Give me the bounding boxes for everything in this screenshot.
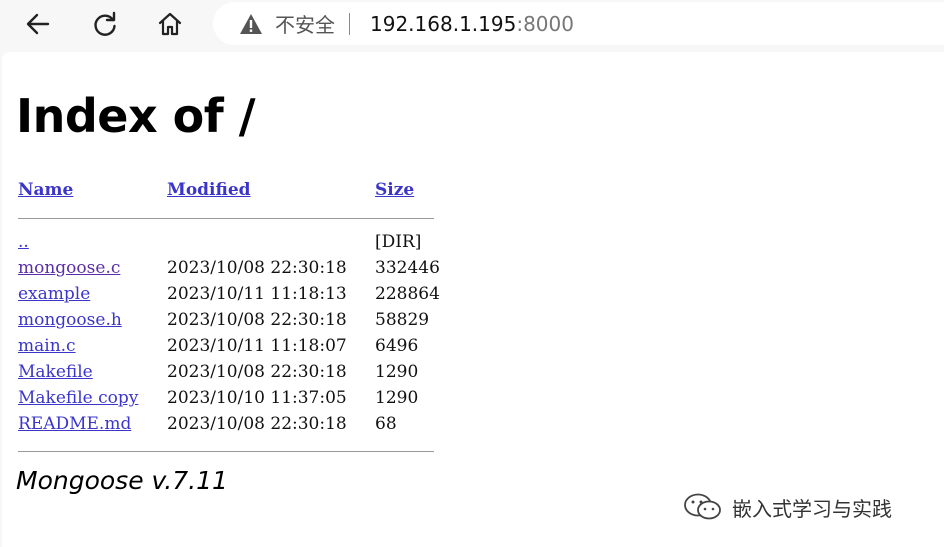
parent-dir-link[interactable]: .. <box>18 232 29 252</box>
header-row: Name Modified Size <box>18 180 438 206</box>
page-title: Index of / <box>16 89 256 143</box>
file-size: 332446 <box>375 258 440 278</box>
file-row: Makefile copy 2023/10/10 11:37:05 1290 <box>18 388 438 414</box>
page-content: Index of / Name Modified Size .. [DIR] m… <box>2 52 944 547</box>
file-size: 58829 <box>375 310 430 330</box>
file-link[interactable]: example <box>18 284 90 304</box>
sort-by-modified-link[interactable]: Modified <box>167 180 251 200</box>
wechat-icon <box>684 493 721 520</box>
url-port[interactable]: :8000 <box>516 12 574 36</box>
file-row: example 2023/10/11 11:18:13 228864 <box>18 284 440 310</box>
file-link[interactable]: Makefile copy <box>18 388 138 408</box>
reload-button[interactable] <box>85 4 125 44</box>
file-modified: 2023/10/08 22:30:18 <box>167 258 347 278</box>
header-divider <box>18 218 434 219</box>
url-host[interactable]: 192.168.1.195 <box>370 12 516 36</box>
file-row: Makefile 2023/10/08 22:30:18 1290 <box>18 362 438 388</box>
file-link[interactable]: README.md <box>18 414 131 434</box>
file-size: 68 <box>375 414 397 434</box>
file-size: [DIR] <box>375 232 422 252</box>
file-modified: 2023/10/08 22:30:18 <box>167 310 347 330</box>
file-link[interactable]: mongoose.h <box>18 310 122 330</box>
back-icon <box>26 13 50 35</box>
file-size: 1290 <box>375 388 419 408</box>
file-list: .. [DIR] mongoose.c 2023/10/08 22:30:18 … <box>18 232 440 440</box>
watermark: 嵌入式学习与实践 <box>682 492 892 522</box>
file-row: mongoose.h 2023/10/08 22:30:18 58829 <box>18 310 438 336</box>
server-version: Mongoose v.7.11 <box>16 466 228 495</box>
footer-divider <box>18 451 434 452</box>
file-row: README.md 2023/10/08 22:30:18 68 <box>18 414 438 440</box>
parent-dir-row: .. [DIR] <box>18 232 438 258</box>
file-size: 228864 <box>375 284 440 304</box>
file-size: 1290 <box>375 362 419 382</box>
file-row: mongoose.c 2023/10/08 22:30:18 332446 <box>18 258 440 284</box>
security-status[interactable]: 不安全 <box>275 9 335 38</box>
file-link[interactable]: mongoose.c <box>18 258 120 278</box>
file-link[interactable]: Makefile <box>18 362 93 382</box>
file-modified: 2023/10/11 11:18:07 <box>167 336 347 356</box>
file-size: 6496 <box>375 336 419 356</box>
home-button[interactable] <box>150 4 190 44</box>
warning-icon[interactable] <box>239 12 263 36</box>
back-button[interactable] <box>18 4 58 44</box>
file-link[interactable]: main.c <box>18 336 76 356</box>
sort-by-name-link[interactable]: Name <box>18 180 73 200</box>
file-modified: 2023/10/11 11:18:13 <box>167 284 347 304</box>
file-modified: 2023/10/08 22:30:18 <box>167 362 347 382</box>
listing-header: Name Modified Size <box>18 180 438 206</box>
file-modified: 2023/10/08 22:30:18 <box>167 414 347 434</box>
watermark-text: 嵌入式学习与实践 <box>732 496 892 521</box>
reload-icon <box>94 11 116 36</box>
home-icon <box>158 12 182 36</box>
file-row: main.c 2023/10/11 11:18:07 6496 <box>18 336 438 362</box>
address-bar[interactable]: 不安全 192.168.1.195:8000 <box>213 2 944 45</box>
address-divider <box>349 12 350 35</box>
browser-toolbar: 不安全 192.168.1.195:8000 <box>0 0 944 50</box>
sort-by-size-link[interactable]: Size <box>375 180 414 200</box>
file-modified: 2023/10/10 11:37:05 <box>167 388 347 408</box>
